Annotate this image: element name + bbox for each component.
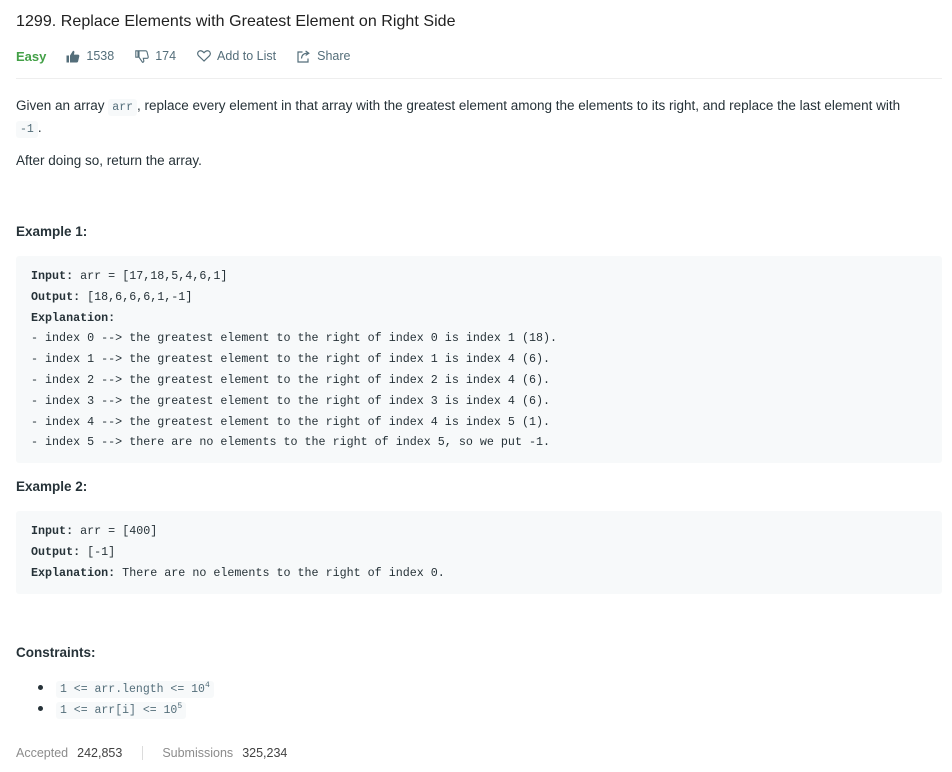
constraints-list: 1 <= arr.length <= 104 1 <= arr[i] <= 10…	[16, 677, 214, 719]
description-paragraph-2: After doing so, return the array.	[16, 153, 202, 168]
submissions-label: Submissions	[162, 746, 234, 760]
example-2-heading: Example 2:	[16, 479, 88, 494]
accepted-label: Accepted	[16, 746, 69, 760]
dislike-button[interactable]: 174	[135, 49, 176, 63]
dislikes-count: 174	[155, 49, 177, 63]
explanation-line: - index 0 --> the greatest element to th…	[31, 331, 558, 346]
bullet	[38, 685, 43, 690]
bullet	[38, 706, 43, 711]
thumbs-up-icon	[66, 50, 80, 62]
add-to-list-button[interactable]: Add to List	[197, 49, 276, 63]
explanation-line: - index 1 --> the greatest element to th…	[31, 352, 551, 367]
share-icon	[297, 50, 310, 63]
divider	[16, 78, 942, 79]
likes-count: 1538	[86, 49, 115, 63]
constraints-heading: Constraints:	[16, 645, 96, 660]
difficulty-badge: Easy	[16, 48, 47, 64]
heart-icon	[197, 50, 211, 62]
problem-meta-bar: Easy 1538 174 Add to List Share	[16, 47, 371, 65]
accepted-count: 242,853	[77, 746, 123, 760]
submission-stats: Accepted 242,853 Submissions 325,234	[16, 746, 287, 760]
constraint-item: 1 <= arr.length <= 104	[16, 677, 214, 698]
constraint-item: 1 <= arr[i] <= 105	[16, 698, 214, 719]
divider	[142, 746, 144, 760]
problem-title: 1299. Replace Elements with Greatest Ele…	[16, 13, 456, 30]
explanation-line: - index 2 --> the greatest element to th…	[31, 372, 551, 387]
thumbs-down-icon	[135, 49, 149, 63]
example-1-block: Input: arr = [17,18,5,4,6,1] Output: [18,…	[16, 256, 942, 463]
description-paragraph: Given an array arr, replace every elemen…	[16, 98, 901, 138]
explanation-line: - index 5 --> there are no elements to t…	[31, 435, 551, 450]
inline-code: arr	[108, 99, 138, 116]
explanation-line: - index 3 --> the greatest element to th…	[31, 393, 551, 408]
problem-description: Given an array arr, replace every elemen…	[16, 96, 942, 140]
submissions-count: 325,234	[242, 746, 288, 760]
example-2-block: Input: arr = [400] Output: [-1] Explanatio…	[16, 511, 942, 594]
like-button[interactable]: 1538	[66, 49, 114, 63]
add-to-list-label: Add to List	[217, 49, 277, 63]
inline-code: -1	[16, 121, 38, 138]
share-label: Share	[317, 49, 351, 63]
explanation-line: - index 4 --> the greatest element to th…	[31, 414, 551, 429]
share-button[interactable]: Share	[297, 49, 350, 63]
example-1-heading: Example 1:	[16, 224, 88, 239]
